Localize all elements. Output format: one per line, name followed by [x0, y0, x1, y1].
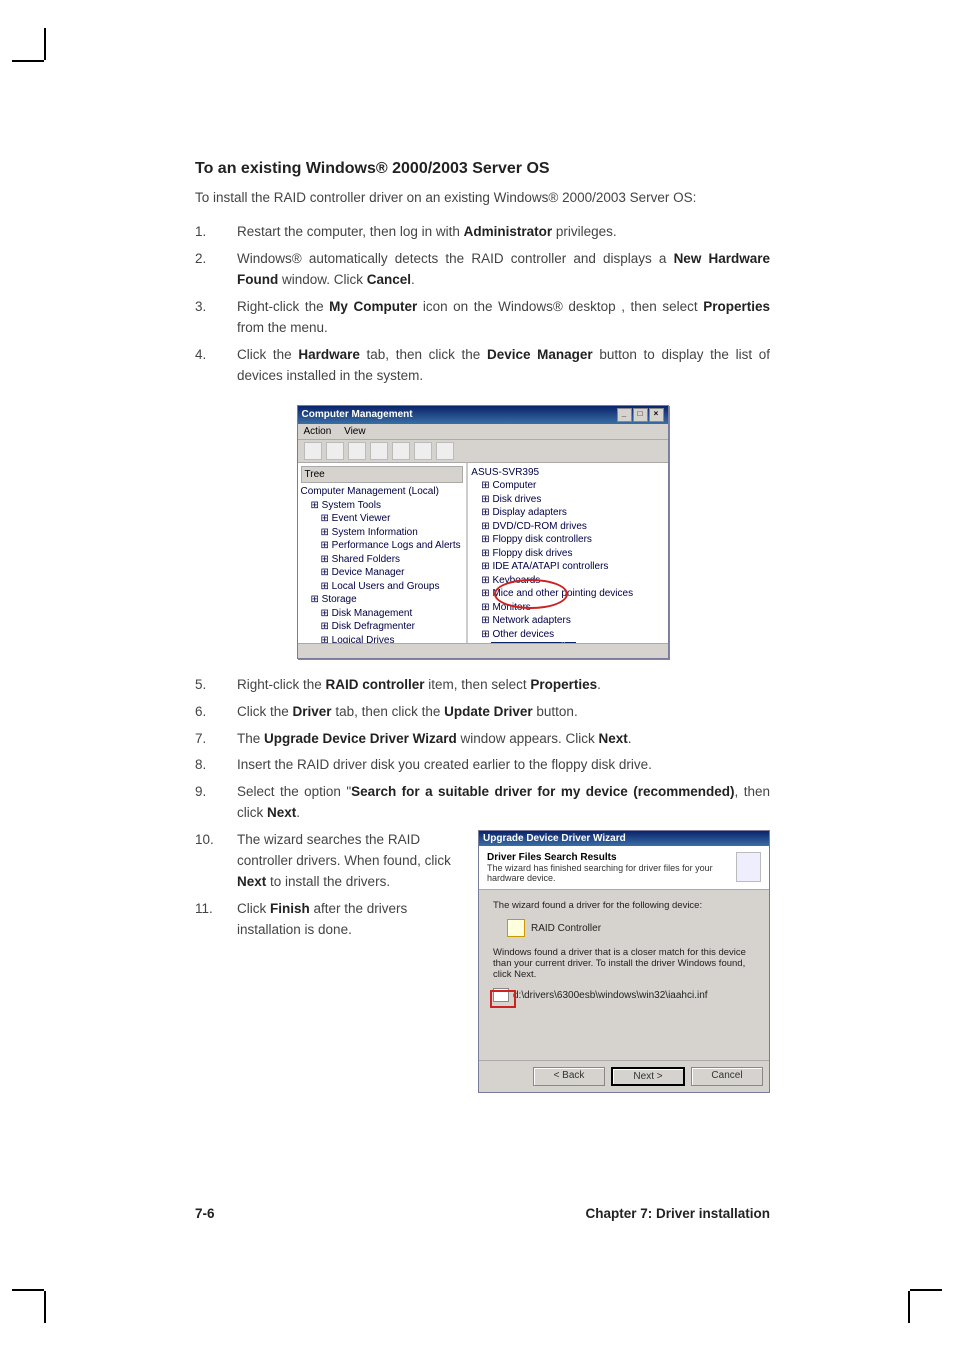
tree-item[interactable]: ⊞ Disk Management: [301, 607, 464, 621]
device-item[interactable]: ⊞ Other devices: [471, 628, 664, 642]
step-item: 11.Click Finish after the drivers instal…: [195, 899, 460, 941]
tree-item[interactable]: ⊞ Event Viewer: [301, 512, 464, 526]
wizard-header-title: Driver Files Search Results: [487, 852, 736, 863]
step-item: Windows® automatically detects the RAID …: [195, 249, 770, 291]
wizard-window: Upgrade Device Driver Wizard Driver File…: [478, 830, 770, 1093]
device-item[interactable]: ⊞ Floppy disk drives: [471, 547, 664, 561]
steps-list-c: 10.The wizard searches the RAID controll…: [195, 830, 460, 947]
back-button[interactable]: < Back: [533, 1067, 605, 1086]
toolbar-icon[interactable]: [436, 442, 454, 460]
step-item: 7.The Upgrade Device Driver Wizard windo…: [195, 729, 770, 750]
tree-item[interactable]: ⊞ Logical Drives: [301, 634, 464, 643]
wizard-header-sub: The wizard has finished searching for dr…: [487, 863, 736, 883]
device-item[interactable]: ⊞ Network adapters: [471, 614, 664, 628]
toolbar-icon[interactable]: [392, 442, 410, 460]
steps-list-a: Restart the computer, then log in with A…: [195, 222, 770, 386]
statusbar: [298, 643, 668, 658]
device-item[interactable]: ⊞ RAID Controller: [471, 641, 664, 643]
toolbar-icon[interactable]: [304, 442, 322, 460]
device-item[interactable]: ⊞ IDE ATA/ATAPI controllers: [471, 560, 664, 574]
wizard-closer-line: Windows found a driver that is a closer …: [493, 947, 755, 980]
next-button[interactable]: Next >: [611, 1067, 685, 1086]
tree-item[interactable]: Computer Management (Local): [301, 485, 464, 499]
maximize-icon[interactable]: □: [633, 408, 648, 422]
step-item: Restart the computer, then log in with A…: [195, 222, 770, 243]
titlebar: Computer Management _ □ ×: [298, 406, 668, 424]
wizard-device-name: RAID Controller: [531, 923, 601, 934]
device-item[interactable]: ⊞ Disk drives: [471, 493, 664, 507]
step-item: 5.Right-click the RAID controller item, …: [195, 675, 770, 696]
page-number: 7-6: [195, 1206, 215, 1221]
chapter-title: Chapter 7: Driver installation: [585, 1206, 770, 1221]
intro-text: To install the RAID controller driver on…: [195, 188, 770, 208]
tree-item[interactable]: ⊞ Device Manager: [301, 566, 464, 580]
toolbar: [298, 440, 668, 463]
cancel-button[interactable]: Cancel: [691, 1067, 763, 1086]
device-item[interactable]: ⊞ DVD/CD-ROM drives: [471, 520, 664, 534]
device-manager-window: Computer Management _ □ × Action View Tr…: [297, 405, 669, 659]
wizard-found-line: The wizard found a driver for the follow…: [493, 900, 755, 911]
highlight-circle: [494, 579, 568, 609]
toolbar-icon[interactable]: [370, 442, 388, 460]
device-icon: [507, 919, 525, 937]
device-pane: ASUS-SVR395⊞ Computer⊞ Disk drives⊞ Disp…: [468, 463, 667, 643]
tree-pane: Tree Computer Management (Local)⊞ System…: [298, 463, 469, 643]
tree-item[interactable]: ⊞ Local Users and Groups: [301, 580, 464, 594]
window-title: Computer Management: [302, 409, 413, 420]
menu-action[interactable]: Action: [304, 426, 332, 437]
section-heading: To an existing Windows® 2000/2003 Server…: [195, 160, 770, 178]
toolbar-icon[interactable]: [348, 442, 366, 460]
toolbar-icon[interactable]: [414, 442, 432, 460]
device-item[interactable]: ASUS-SVR395: [471, 466, 664, 480]
step-item: 9.Select the option "Search for a suitab…: [195, 782, 770, 824]
tree-item[interactable]: ⊞ System Information: [301, 526, 464, 540]
tree-header: Tree: [301, 466, 464, 484]
device-item[interactable]: ⊞ Floppy disk controllers: [471, 533, 664, 547]
step-item: Right-click the My Computer icon on the …: [195, 297, 770, 339]
toolbar-icon[interactable]: [326, 442, 344, 460]
step-item: 10.The wizard searches the RAID controll…: [195, 830, 460, 893]
tree-item[interactable]: ⊞ Shared Folders: [301, 553, 464, 567]
highlight-box: [490, 990, 516, 1008]
menu-view[interactable]: View: [344, 426, 366, 437]
tree-item[interactable]: ⊞ Disk Defragmenter: [301, 620, 464, 634]
wizard-icon: [736, 852, 761, 882]
minimize-icon[interactable]: _: [617, 408, 632, 422]
step-item: 6.Click the Driver tab, then click the U…: [195, 702, 770, 723]
wizard-path: d:\drivers\6300esb\windows\win32\iaahci.…: [513, 990, 708, 1001]
tree-item[interactable]: ⊞ Performance Logs and Alerts: [301, 539, 464, 553]
steps-list-b: 5.Right-click the RAID controller item, …: [195, 675, 770, 825]
menubar: Action View: [298, 424, 668, 440]
tree-item[interactable]: ⊞ System Tools: [301, 499, 464, 513]
device-item[interactable]: ⊞ Computer: [471, 479, 664, 493]
wizard-title: Upgrade Device Driver Wizard: [483, 833, 626, 844]
device-item[interactable]: ⊞ Display adapters: [471, 506, 664, 520]
step-item: 8.Insert the RAID driver disk you create…: [195, 755, 770, 776]
tree-item[interactable]: ⊞ Storage: [301, 593, 464, 607]
close-icon[interactable]: ×: [649, 408, 664, 422]
step-item: Click the Hardware tab, then click the D…: [195, 345, 770, 387]
